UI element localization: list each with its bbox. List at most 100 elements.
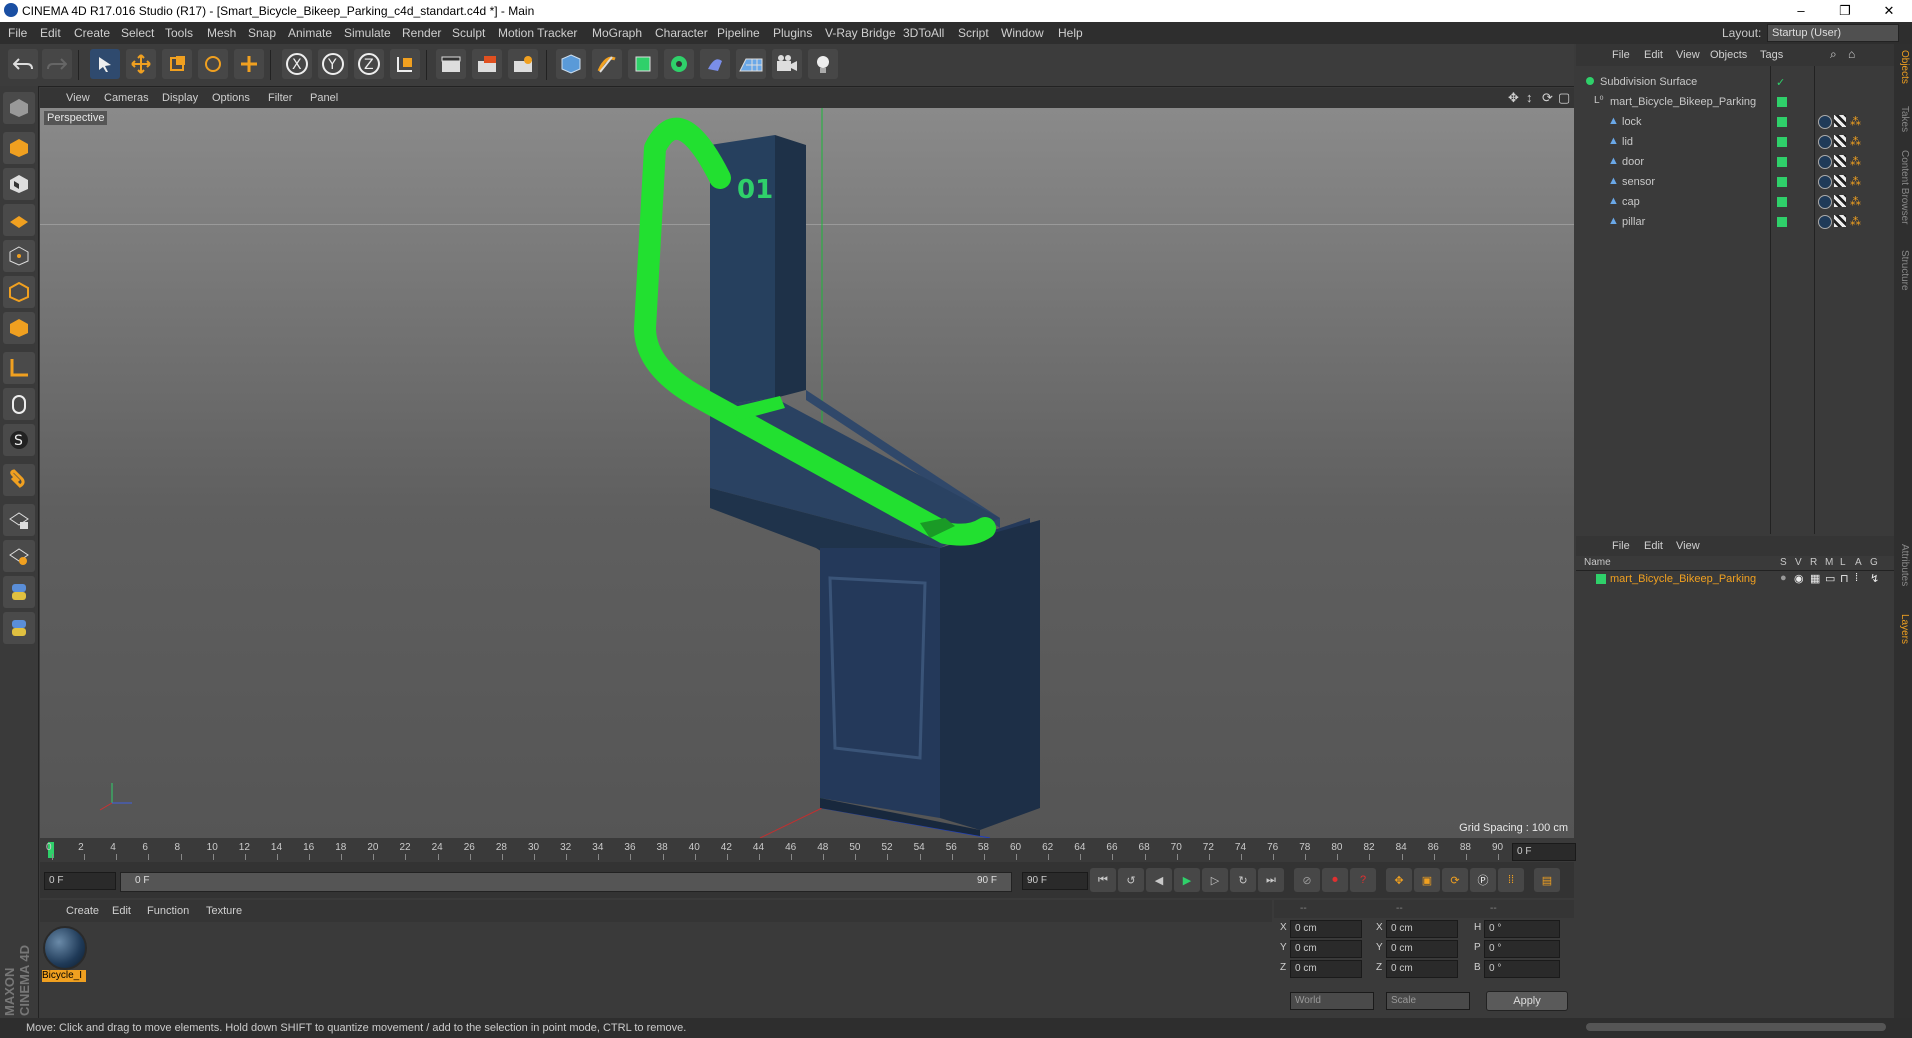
material-name-label[interactable]: Bicycle_I	[42, 970, 86, 982]
object-row[interactable]: ▲ cap ⁂	[1576, 194, 1894, 214]
visible-eye-icon[interactable]: ◉	[1794, 572, 1804, 585]
layer-name[interactable]: mart_Bicycle_Bikeep_Parking	[1610, 573, 1756, 585]
size-y-field[interactable]: 0 cm	[1386, 940, 1458, 958]
tab-objects[interactable]: Objects	[1896, 50, 1910, 84]
make-editable-button[interactable]	[3, 92, 35, 124]
cube-primitive-button[interactable]	[556, 49, 586, 79]
menu-window[interactable]: Window	[1001, 26, 1044, 40]
render-settings-button[interactable]	[508, 49, 538, 79]
live-selection-button[interactable]	[90, 49, 120, 79]
position-z-field[interactable]: 0 cm	[1290, 960, 1362, 978]
go-to-end-button[interactable]: ⏭	[1258, 868, 1284, 892]
y-axis-button[interactable]: Y	[318, 49, 348, 79]
animation-toggle-icon[interactable]: ⁞	[1855, 572, 1858, 584]
floor-button[interactable]	[736, 49, 766, 79]
menu-motion-tracker[interactable]: Motion Tracker	[498, 26, 577, 40]
menu-character[interactable]: Character	[655, 26, 708, 40]
object-row[interactable]: Subdivision Surface ✓	[1576, 74, 1894, 94]
enable-snap-button[interactable]	[3, 464, 35, 496]
next-frame-button[interactable]: ▷	[1202, 868, 1228, 892]
key-rotation-button[interactable]: ⟳	[1442, 868, 1468, 892]
menu-create[interactable]: Create	[74, 26, 110, 40]
material-menu-texture[interactable]: Texture	[206, 905, 242, 917]
generator-toggle-icon[interactable]: ↯	[1870, 572, 1879, 585]
viewport-maximize-icon[interactable]: ▢	[1558, 90, 1570, 106]
phong-tag-icon[interactable]: ⁂	[1850, 215, 1861, 228]
key-position-button[interactable]: ✥	[1386, 868, 1412, 892]
texture-tag-icon[interactable]	[1834, 215, 1846, 227]
start-frame-field[interactable]: 0 F	[44, 872, 116, 890]
render-picture-viewer-button[interactable]	[472, 49, 502, 79]
object-name[interactable]: lid	[1622, 136, 1633, 148]
object-name[interactable]: sensor	[1622, 176, 1655, 188]
enabled-check-icon[interactable]: ✓	[1776, 76, 1785, 89]
viewport-menu-options[interactable]: Options	[212, 92, 250, 104]
position-x-field[interactable]: 0 cm	[1290, 920, 1362, 938]
3d-viewport[interactable]: Perspective 01 Grid Spacing : 100 cm	[40, 108, 1574, 838]
object-menu-edit[interactable]: Edit	[1644, 49, 1663, 61]
minimize-button[interactable]: –	[1778, 0, 1824, 22]
current-frame-field[interactable]: 0 F	[1512, 843, 1576, 861]
object-row[interactable]: ▲ sensor ⁂	[1576, 174, 1894, 194]
key-scale-button[interactable]: ▣	[1414, 868, 1440, 892]
manager-toggle-icon[interactable]: ▭	[1825, 572, 1835, 585]
menu-snap[interactable]: Snap	[248, 26, 276, 40]
record-keys-button[interactable]: ⊘	[1294, 868, 1320, 892]
material-tag-icon[interactable]	[1818, 135, 1832, 149]
menu-render[interactable]: Render	[402, 26, 441, 40]
previous-frame-button[interactable]: ◀	[1146, 868, 1172, 892]
position-y-field[interactable]: 0 cm	[1290, 940, 1362, 958]
edges-mode-button[interactable]	[3, 276, 35, 308]
menu-simulate[interactable]: Simulate	[344, 26, 391, 40]
previous-key-button[interactable]: ↺	[1118, 868, 1144, 892]
menu-mesh[interactable]: Mesh	[207, 26, 236, 40]
tab-content-browser[interactable]: Content Browser	[1896, 150, 1910, 224]
light-button[interactable]	[808, 49, 838, 79]
python-console-button[interactable]	[3, 612, 35, 644]
apply-button[interactable]: Apply	[1486, 991, 1568, 1011]
viewport-menu-cameras[interactable]: Cameras	[104, 92, 149, 104]
tweak-mode-button[interactable]	[3, 388, 35, 420]
z-axis-button[interactable]: Z	[354, 49, 384, 79]
record-active-button[interactable]: ⏺	[1322, 868, 1348, 892]
material-sphere-preview[interactable]	[43, 926, 87, 970]
object-name[interactable]: Subdivision Surface	[1600, 76, 1697, 88]
object-row[interactable]: ▲ lid ⁂	[1576, 134, 1894, 154]
timeline-ruler[interactable]: 0 2 4 6 8 10 12 14 16 18 20 22 24 26 28 30 32 34 36 38 40 42 4…	[40, 840, 1576, 862]
end-frame-field[interactable]: 90 F	[1022, 872, 1088, 890]
snap-button[interactable]: S	[3, 424, 35, 456]
tab-structure[interactable]: Structure	[1896, 250, 1910, 291]
material-tag-icon[interactable]	[1818, 155, 1832, 169]
tab-layers[interactable]: Layers	[1896, 614, 1910, 644]
menu-select[interactable]: Select	[121, 26, 154, 40]
object-name[interactable]: cap	[1622, 196, 1640, 208]
layer-menu-edit[interactable]: Edit	[1644, 540, 1663, 552]
menu-plugins[interactable]: Plugins	[773, 26, 812, 40]
menu-pipeline[interactable]: Pipeline	[717, 26, 760, 40]
layer-color-swatch[interactable]	[1596, 574, 1606, 584]
layout-select[interactable]: Startup (User)	[1767, 24, 1899, 42]
size-x-field[interactable]: 0 cm	[1386, 920, 1458, 938]
timeline-button[interactable]: ▤	[1534, 868, 1560, 892]
world-dropdown[interactable]: World	[1290, 992, 1374, 1010]
phong-tag-icon[interactable]: ⁂	[1850, 175, 1861, 188]
cloner-button[interactable]	[664, 49, 694, 79]
render-view-button[interactable]	[436, 49, 466, 79]
home-icon[interactable]: ⌂	[1848, 47, 1855, 61]
object-menu-file[interactable]: File	[1612, 49, 1630, 61]
horizontal-scrollbar[interactable]	[1586, 1023, 1886, 1031]
texture-tag-icon[interactable]	[1834, 175, 1846, 187]
menu-3dtoall[interactable]: 3DToAll	[903, 26, 944, 40]
menu-vray-bridge[interactable]: V-Ray Bridge	[825, 26, 896, 40]
size-z-field[interactable]: 0 cm	[1386, 960, 1458, 978]
object-row[interactable]: L⁰ mart_Bicycle_Bikeep_Parking	[1576, 94, 1894, 114]
tab-takes[interactable]: Takes	[1896, 106, 1910, 132]
viewport-menu-panel[interactable]: Panel	[310, 92, 338, 104]
layer-color-swatch[interactable]	[1777, 217, 1787, 227]
model-mode-button[interactable]	[3, 132, 35, 164]
move-tool-button[interactable]	[126, 49, 156, 79]
texture-mode-button[interactable]	[3, 168, 35, 200]
material-menu-edit[interactable]: Edit	[112, 905, 131, 917]
coordinate-system-button[interactable]	[390, 49, 420, 79]
scale-dropdown[interactable]: Scale	[1386, 992, 1470, 1010]
